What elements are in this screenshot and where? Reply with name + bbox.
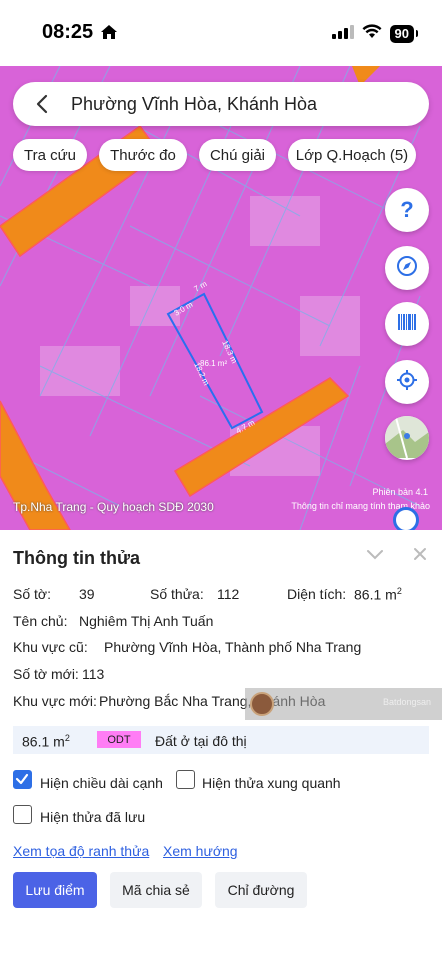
show-edge-length-label[interactable]: Hiện chiều dài cạnh	[40, 775, 163, 791]
barcode-scan-button[interactable]	[385, 302, 429, 346]
map-view[interactable]: 3.0 m 7 m 18.3 m 18.2 m 86.1 m² 4.7 m	[0, 66, 442, 530]
status-bar: 08:25 90	[0, 0, 442, 66]
so-thua-label: Số thửa:	[150, 586, 204, 602]
ten-chu-value: Nghiêm Thị Anh Tuấn	[79, 613, 214, 629]
battery-indicator: 90	[389, 25, 419, 43]
status-time: 08:25	[42, 21, 94, 43]
satellite-layer-button[interactable]	[385, 416, 429, 460]
khu-vuc-moi-label: Khu vực mới:	[13, 693, 97, 709]
chip-tra-cuu[interactable]: Tra cứu	[13, 139, 87, 171]
show-saved-checkbox[interactable]	[13, 805, 32, 824]
compass-button[interactable]	[385, 246, 429, 290]
share-code-button[interactable]: Mã chia sẻ	[110, 872, 202, 908]
help-icon: ?	[400, 197, 414, 222]
avatar	[250, 692, 274, 716]
wifi-icon	[362, 24, 382, 44]
map-layer-label: Tp.Nha Trang - Quy hoạch SDĐ 2030	[13, 500, 214, 514]
so-to-value: 39	[79, 586, 95, 602]
so-to-label: Số tờ:	[13, 586, 51, 602]
my-location-button[interactable]	[385, 360, 429, 404]
dien-tich-label: Diện tích:	[287, 586, 347, 602]
directions-button[interactable]: Chỉ đường	[215, 872, 307, 908]
chevron-down-icon[interactable]	[366, 547, 384, 565]
ten-chu-label: Tên chủ:	[13, 613, 68, 629]
show-edge-length-checkbox[interactable]	[13, 770, 32, 789]
measure-area-label: 86.1 m²	[200, 359, 227, 368]
show-nearby-checkbox[interactable]	[176, 770, 195, 789]
land-type-label: Đất ở tại đô thị	[155, 733, 247, 749]
khu-vuc-cu-label: Khu vực cũ:	[13, 639, 88, 655]
save-point-button[interactable]: Lưu điểm	[13, 872, 97, 908]
status-indicators: 90	[331, 24, 419, 44]
so-to-moi-label: Số tờ mới:	[13, 666, 79, 682]
view-coordinates-link[interactable]: Xem tọa độ ranh thửa	[13, 843, 149, 859]
chip-lop-quy-hoach[interactable]: Lớp Q.Hoạch (5)	[288, 139, 416, 171]
back-arrow-icon[interactable]	[35, 94, 49, 119]
panel-title: Thông tin thửa	[13, 548, 141, 568]
land-area-value: 86.1 m2	[22, 733, 70, 750]
dien-tich-value: 86.1 m2	[354, 586, 402, 603]
compass-icon	[396, 255, 418, 282]
so-to-moi-value: 113	[82, 666, 105, 682]
close-icon[interactable]	[412, 546, 428, 567]
satellite-thumbnail-icon	[385, 416, 429, 460]
watermark-text: Batdongsan	[383, 697, 432, 707]
show-saved-label[interactable]: Hiện thửa đã lưu	[40, 809, 145, 825]
khu-vuc-cu-value: Phường Vĩnh Hòa, Thành phố Nha Trang	[104, 639, 362, 655]
show-nearby-label[interactable]: Hiện thửa xung quanh	[202, 775, 341, 791]
search-box[interactable]: Phường Vĩnh Hòa, Khánh Hòa	[13, 82, 429, 126]
version-label: Phiên bản 4.1	[372, 487, 428, 497]
land-code-badge: ODT	[97, 731, 141, 748]
barcode-icon	[396, 311, 418, 338]
crosshair-icon	[396, 369, 418, 396]
so-thua-value: 112	[217, 586, 240, 602]
view-direction-link[interactable]: Xem hướng	[163, 843, 238, 859]
chip-thuoc-do[interactable]: Thước đo	[99, 139, 187, 171]
map-canvas: 3.0 m 7 m 18.3 m 18.2 m 86.1 m² 4.7 m	[0, 66, 442, 530]
check-icon	[15, 773, 29, 785]
help-button[interactable]: ?	[385, 188, 429, 232]
signal-icon	[331, 24, 354, 44]
chip-chu-giai[interactable]: Chú giải	[199, 139, 276, 171]
home-icon	[100, 24, 118, 45]
search-location-text[interactable]: Phường Vĩnh Hòa, Khánh Hòa	[71, 94, 317, 115]
